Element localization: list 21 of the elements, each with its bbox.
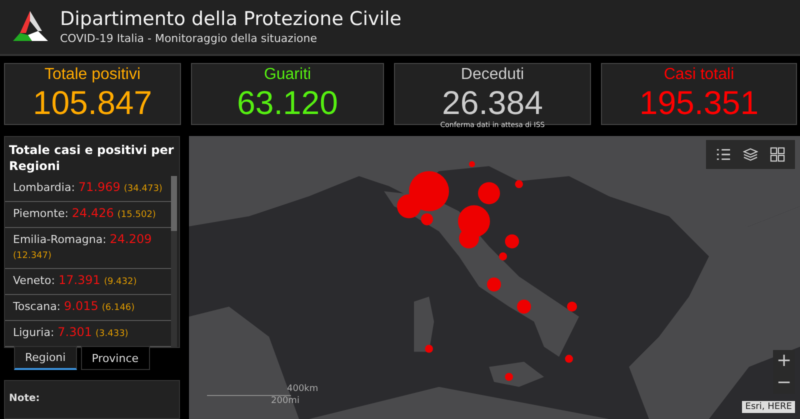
stat-label: Guariti — [264, 65, 312, 84]
basemap-gallery-icon[interactable] — [770, 147, 785, 162]
scale-label: 200mi — [271, 396, 300, 407]
stat-value: 26.384 — [442, 84, 543, 121]
stat-label: Totale positivi — [44, 65, 141, 84]
panel-title: Totale casi e positivi per Regioni — [8, 142, 175, 175]
stat-label: Deceduti — [460, 65, 524, 84]
app-title: Dipartimento della Protezione Civile — [60, 7, 402, 31]
tab[interactable]: Regioni — [14, 346, 77, 370]
tab[interactable]: Province — [80, 346, 150, 370]
scale-label: 400km — [287, 384, 318, 395]
map-attribution: Esri, HERE — [742, 401, 795, 413]
note-label: Note: — [9, 393, 40, 404]
stat-value: 195.351 — [639, 84, 759, 121]
scrollbar[interactable] — [171, 176, 177, 347]
legend-icon[interactable] — [716, 147, 731, 162]
app-subtitle: COVID-19 Italia - Monitoraggio della situazione — [60, 31, 318, 47]
layers-icon[interactable] — [743, 147, 758, 162]
stat-value: 63.120 — [237, 84, 338, 121]
stat-label: Casi totali — [664, 65, 734, 84]
stat-value: 105.847 — [32, 84, 152, 121]
